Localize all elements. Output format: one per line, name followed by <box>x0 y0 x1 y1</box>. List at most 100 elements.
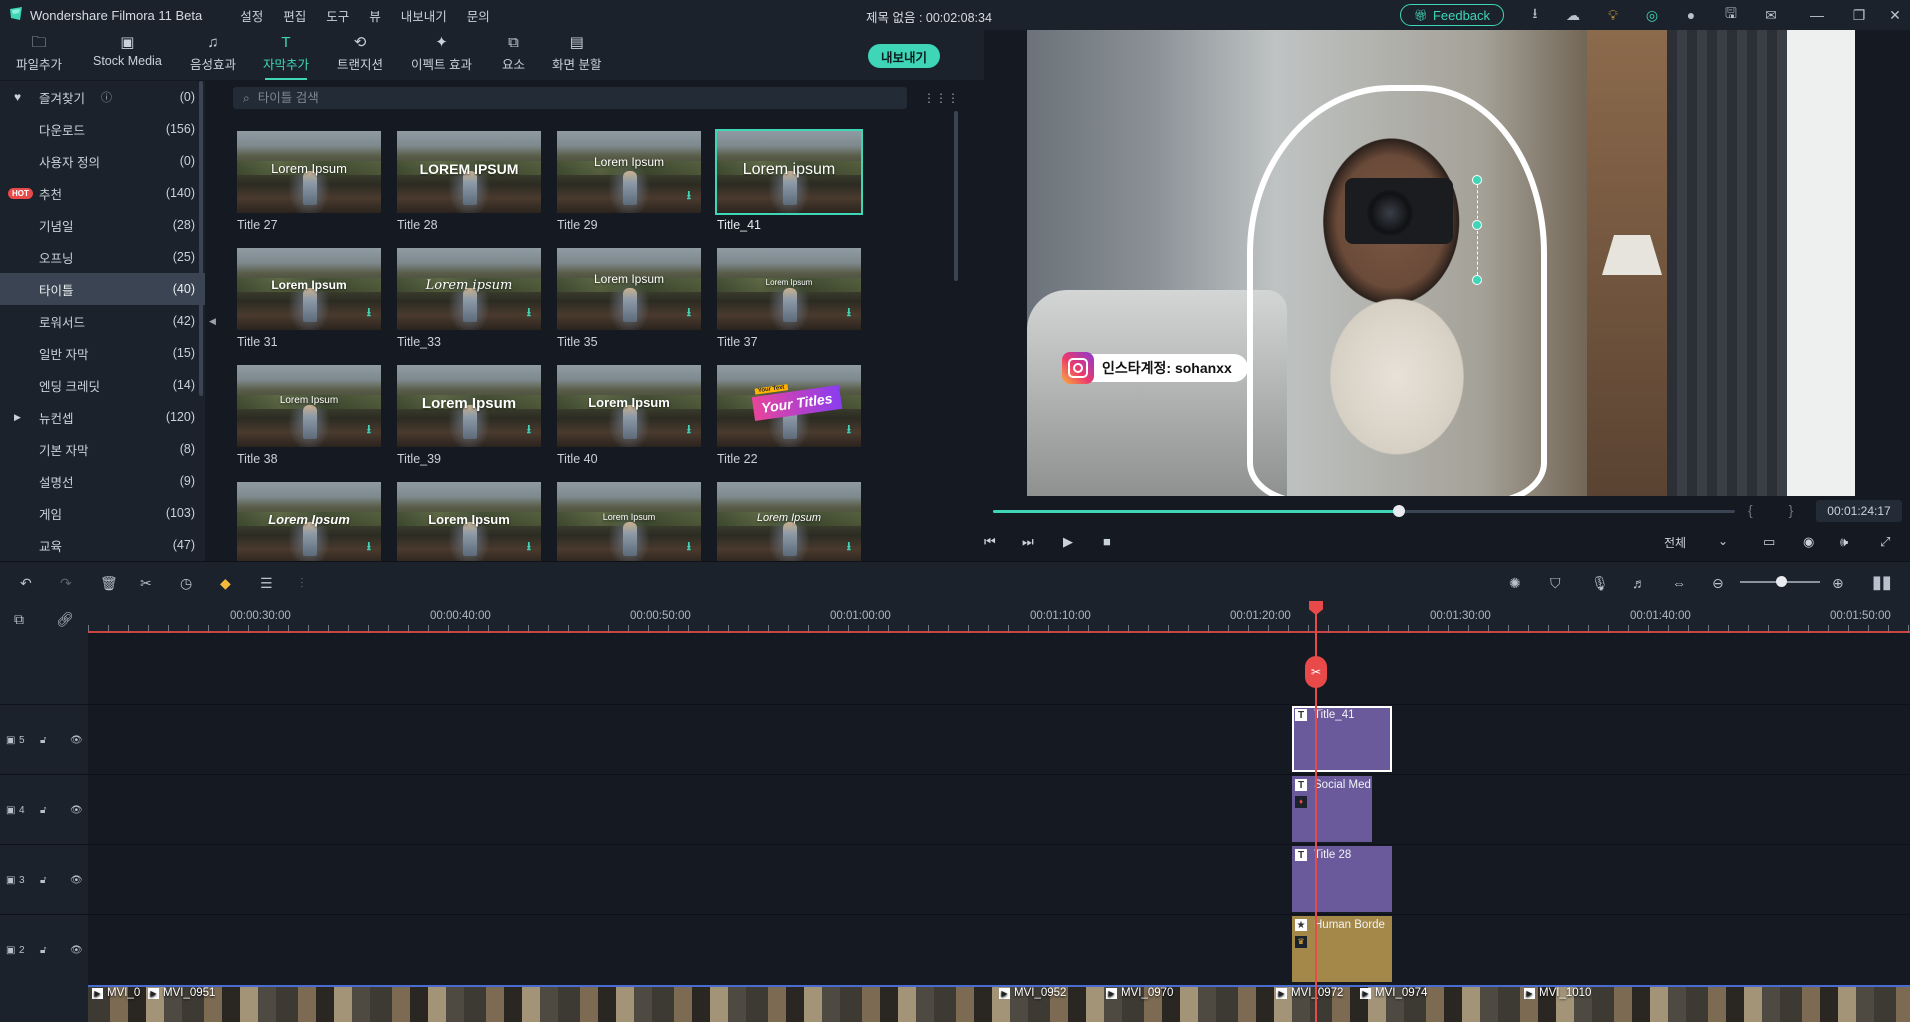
download-icon[interactable]: ⭳ <box>527 303 531 324</box>
account-avatar-icon[interactable]: ● <box>1682 6 1700 24</box>
download-list-icon[interactable]: ⭳ <box>1526 5 1544 24</box>
in-out-markers[interactable]: { } <box>1748 502 1809 518</box>
delete-icon[interactable]: 🗑 <box>100 575 118 592</box>
link-icon[interactable]: 🔗︎ <box>56 611 74 628</box>
undo-icon[interactable]: ↶ <box>20 575 32 592</box>
save-icon[interactable]: 🖫 <box>1722 5 1740 24</box>
search-input[interactable] <box>257 91 858 105</box>
previous-frame-icon[interactable]: ⏮ <box>984 534 996 550</box>
download-icon[interactable]: ⭳ <box>527 537 531 558</box>
zoom-out-icon[interactable]: ⊖ <box>1712 575 1724 592</box>
collapse-panel-icon[interactable]: ◀ <box>209 316 216 327</box>
category-gaming[interactable]: 게임 (103) <box>0 497 205 529</box>
category-subtitles[interactable]: 일반 자막 (15) <box>0 337 205 369</box>
video-clip-label[interactable]: ▶ MVI_0 <box>92 987 140 999</box>
tab-effects[interactable]: ✦ 이펙트 효과 <box>411 34 472 78</box>
tab-transitions[interactable]: ⟲ 트랜지션 <box>337 34 383 78</box>
template-title-38[interactable]: Lorem Ipsum ⭳ Title 38 <box>237 365 381 466</box>
download-icon[interactable]: ⭳ <box>687 186 691 207</box>
video-clip-label[interactable]: ▶ MVI_1010 <box>1524 987 1591 999</box>
sidebar-scrollbar[interactable] <box>199 81 203 396</box>
download-icon[interactable]: ⭳ <box>367 303 371 324</box>
template-title-39[interactable]: Lorem Ipsum ⭳ Title_39 <box>397 365 541 466</box>
mail-icon[interactable]: ✉ <box>1762 6 1780 24</box>
quality-select[interactable]: 전체 ⌄ <box>1656 534 1736 554</box>
template-row4-4[interactable]: Lorem Ipsum ⭳ <box>717 482 861 561</box>
menu-help[interactable]: 문의 <box>457 6 500 25</box>
fullscreen-icon[interactable]: ⤢ <box>1880 534 1890 550</box>
split-scissors-icon[interactable]: ✂ <box>1305 656 1327 688</box>
category-new-concept[interactable]: ▶ 뉴컨셉 (120) <box>0 401 205 433</box>
play-icon[interactable]: ▶ <box>1063 534 1073 550</box>
render-icon[interactable]: ✺ <box>1509 575 1521 592</box>
volume-icon[interactable]: 🕪 <box>1840 534 1848 550</box>
download-icon[interactable]: ⭳ <box>847 420 851 441</box>
grid-view-icon[interactable]: ⋮⋮⋮ <box>923 91 959 105</box>
zoom-slider-knob[interactable] <box>1776 576 1787 587</box>
layout-icon[interactable]: ▮▮ <box>1872 572 1892 593</box>
display-settings-icon[interactable]: ▭ <box>1763 534 1775 550</box>
tab-stock-media[interactable]: ▣ Stock Media <box>93 34 162 78</box>
playback-progress[interactable] <box>993 505 1735 517</box>
lock-icon[interactable]: 🔓︎ <box>40 735 46 746</box>
category-titles[interactable]: 타이틀 (40) <box>0 273 205 305</box>
category-anniversary[interactable]: 기념일 (28) <box>0 209 205 241</box>
fit-timeline-icon[interactable]: ⇔ <box>1672 575 1686 591</box>
lock-icon[interactable]: 🔓︎ <box>40 875 46 886</box>
eye-icon[interactable]: 👁︎ <box>70 735 83 746</box>
video-clip-label[interactable]: ▶ MVI_0970 <box>1106 987 1173 999</box>
category-education[interactable]: 교육 (47) <box>0 529 205 561</box>
progress-knob[interactable] <box>1392 505 1405 517</box>
template-row4-3[interactable]: Lorem Ipsum ⭳ <box>557 482 701 561</box>
tab-import[interactable]: 🗀 파일추가 <box>16 34 62 78</box>
cut-icon[interactable]: ✂ <box>140 575 152 592</box>
template-title-33[interactable]: Lorem ipsum ⭳ Title_33 <box>397 248 541 349</box>
timeline-clip-social-media[interactable]: T Social Med ♦ <box>1292 776 1372 842</box>
category-downloads[interactable]: 다운로드 (156) <box>0 113 205 145</box>
lock-icon[interactable]: 🔓︎ <box>40 945 46 956</box>
category-recommended[interactable]: HOT 추천 (140) <box>0 177 205 209</box>
tab-titles[interactable]: T 자막추가 <box>263 34 309 80</box>
menu-edit[interactable]: 편집 <box>273 6 316 25</box>
tab-elements[interactable]: ⧉ 요소 <box>502 34 525 78</box>
template-title-40[interactable]: Lorem Ipsum ⭳ Title 40 <box>557 365 701 466</box>
download-icon[interactable]: ⭳ <box>687 537 691 558</box>
speed-icon[interactable]: ◷ <box>180 575 192 592</box>
menu-view[interactable]: 뷰 <box>359 6 391 25</box>
lightbulb-icon[interactable]: 💡︎ <box>1604 6 1622 24</box>
redo-icon[interactable]: ↷ <box>60 575 72 592</box>
close-icon[interactable]: ✕ <box>1886 6 1904 24</box>
audio-wave-icon[interactable]: ⫶ <box>300 575 304 592</box>
category-opening[interactable]: 오프닝 (25) <box>0 241 205 273</box>
video-clip-label[interactable]: ▶ MVI_0952 <box>999 987 1066 999</box>
lock-icon[interactable]: 🔓︎ <box>40 805 46 816</box>
template-title-37[interactable]: Lorem Ipsum ⭳ Title 37 <box>717 248 861 349</box>
video-clip-label[interactable]: ▶ MVI_0972 <box>1276 987 1343 999</box>
grid-scrollbar[interactable] <box>954 111 958 281</box>
download-icon[interactable]: ⭳ <box>367 420 371 441</box>
add-track-icon[interactable]: ⧉ <box>14 611 24 628</box>
info-icon[interactable]: ⓘ <box>101 89 112 105</box>
microphone-icon[interactable]: 🎙︎ <box>1591 575 1609 592</box>
marker-icon[interactable]: ⛉ <box>1550 575 1561 592</box>
menu-tools[interactable]: 도구 <box>316 6 359 25</box>
eye-icon[interactable]: 👁︎ <box>70 875 83 886</box>
timeline-clip-title-41[interactable]: T Title_41 <box>1292 706 1392 772</box>
category-callouts[interactable]: 설명선 (9) <box>0 465 205 497</box>
video-clip-label[interactable]: ▶ MVI_0951 <box>148 987 215 999</box>
export-button[interactable]: 내보내기 <box>868 44 940 68</box>
stop-icon[interactable]: ■ <box>1103 534 1111 549</box>
expand-arrow-icon[interactable]: ▶ <box>14 412 21 423</box>
timeline-clip-human-border[interactable]: ★ Human Borde ♛ <box>1292 916 1392 982</box>
headset-icon[interactable]: ◎ <box>1643 6 1661 24</box>
download-icon[interactable]: ⭳ <box>847 303 851 324</box>
minimize-icon[interactable]: — <box>1808 6 1826 24</box>
download-icon[interactable]: ⭳ <box>847 537 851 558</box>
next-frame-icon[interactable]: ⏭ <box>1022 534 1034 550</box>
template-title-27[interactable]: Lorem Ipsum Title 27 <box>237 131 381 232</box>
eye-icon[interactable]: 👁︎ <box>70 945 83 956</box>
category-basic-subtitles[interactable]: 기본 자막 (8) <box>0 433 205 465</box>
mixer-icon[interactable]: ♬ <box>1632 575 1646 591</box>
adjust-icon[interactable]: ☰ <box>260 575 273 592</box>
template-title-29[interactable]: Lorem Ipsum ⭳ Title 29 <box>557 131 701 232</box>
